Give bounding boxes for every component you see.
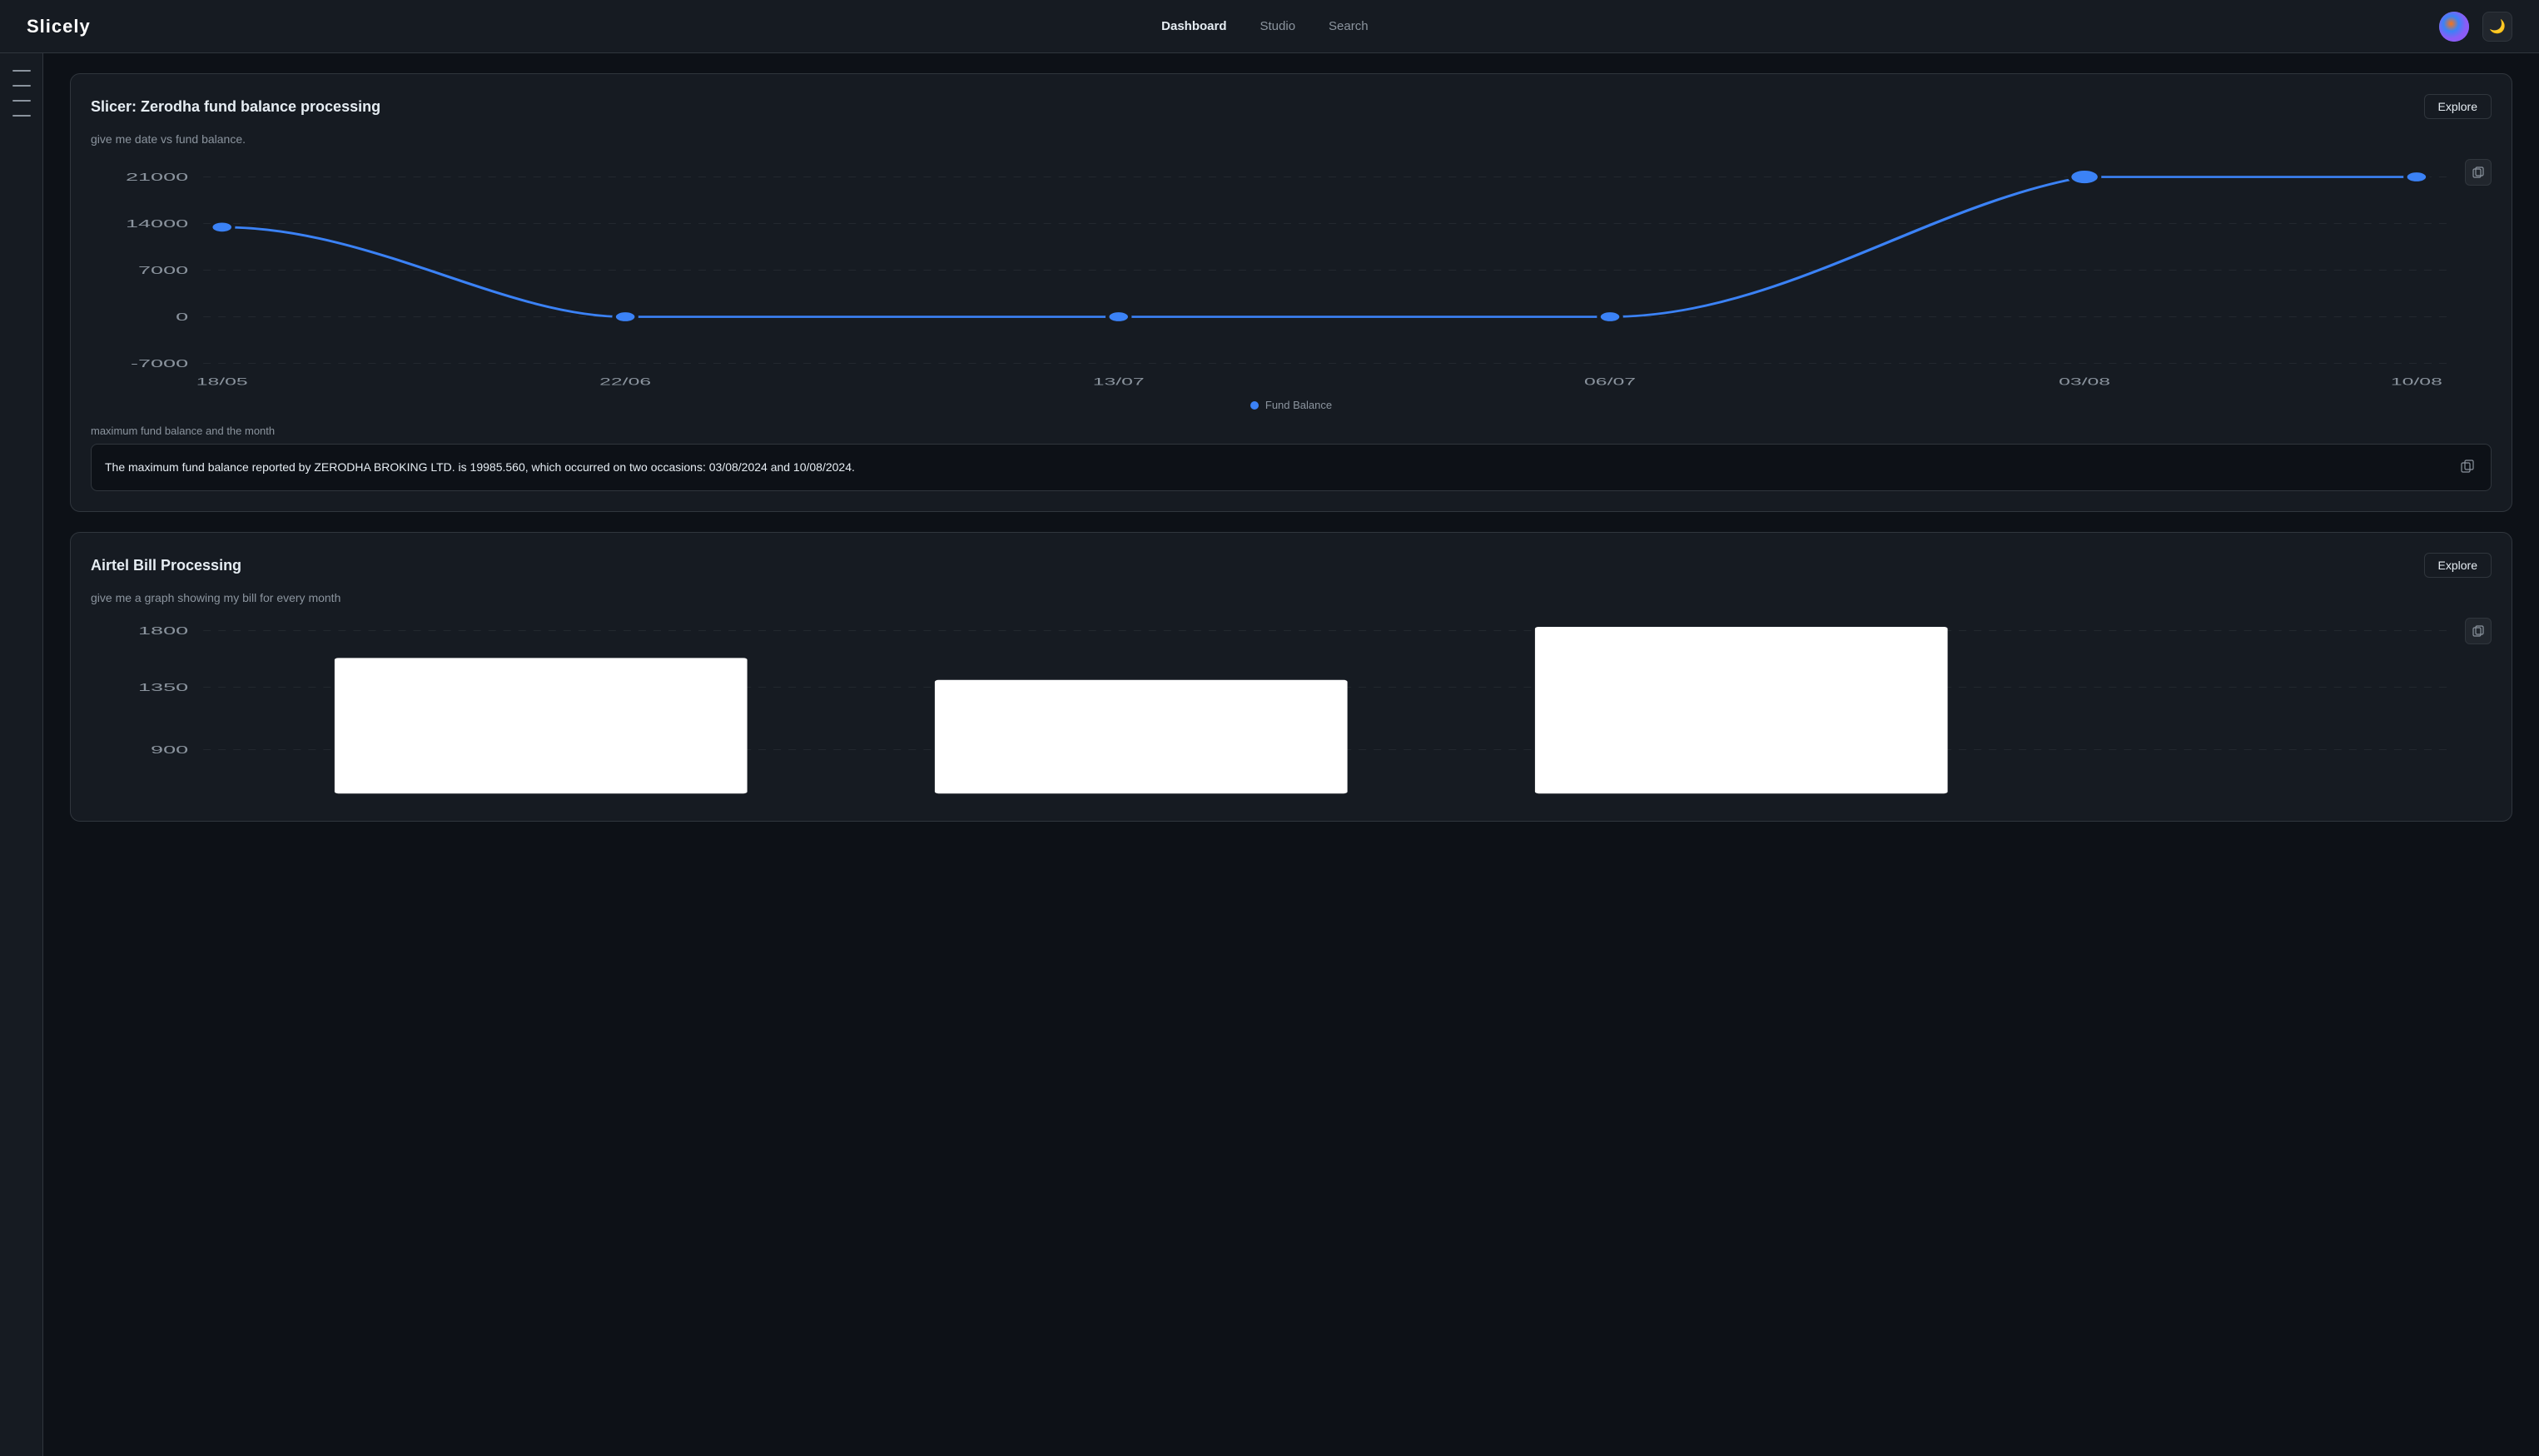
svg-text:7000: 7000 [138, 265, 188, 276]
airtel-card: Airtel Bill Processing Explore give me a… [70, 532, 2512, 822]
sidebar [0, 53, 43, 1456]
airtel-bar-chart: 1800 1350 900 [91, 618, 2492, 801]
airtel-card-title: Airtel Bill Processing [91, 557, 241, 574]
svg-text:21000: 21000 [126, 171, 188, 183]
svg-text:13/07: 13/07 [1093, 376, 1145, 387]
zerodha-card-header: Slicer: Zerodha fund balance processing … [91, 94, 2492, 119]
airtel-card-header: Airtel Bill Processing Explore [91, 553, 2492, 578]
svg-text:14000: 14000 [126, 218, 188, 230]
copy-icon-2 [2461, 460, 2474, 473]
zerodha-card: Slicer: Zerodha fund balance processing … [70, 73, 2512, 512]
zerodha-query: give me date vs fund balance. [91, 132, 2492, 146]
navbar: Slicely Dashboard Studio Search 🌙 [0, 0, 2539, 53]
legend-label: Fund Balance [1265, 399, 1332, 411]
airtel-explore-button[interactable]: Explore [2424, 553, 2492, 578]
nav-right: 🌙 [2439, 12, 2512, 42]
zerodha-card-title: Slicer: Zerodha fund balance processing [91, 98, 380, 116]
svg-text:900: 900 [151, 743, 188, 756]
main-content: Slicer: Zerodha fund balance processing … [43, 53, 2539, 1456]
nav-dashboard[interactable]: Dashboard [1161, 19, 1226, 33]
copy-icon-3 [2472, 625, 2484, 637]
svg-text:1800: 1800 [138, 624, 188, 637]
nav-search[interactable]: Search [1329, 19, 1369, 33]
svg-text:0: 0 [176, 311, 188, 323]
avatar-image [2439, 12, 2469, 42]
svg-text:03/08: 03/08 [2059, 376, 2110, 387]
svg-text:18/05: 18/05 [196, 376, 248, 387]
avatar[interactable] [2439, 12, 2469, 42]
svg-text:10/08: 10/08 [2391, 376, 2442, 387]
zerodha-line-chart: 21000 14000 7000 0 -7000 18/05 22/06 13/… [91, 159, 2492, 392]
app-logo: Slicely [27, 16, 91, 37]
zerodha-info-copy-button[interactable] [2457, 456, 2477, 479]
copy-icon [2472, 166, 2484, 178]
sidebar-menu-icon-4[interactable] [12, 115, 31, 117]
zerodha-info-label: maximum fund balance and the month [91, 425, 2492, 437]
legend-dot [1250, 401, 1259, 410]
zerodha-info-text: The maximum fund balance reported by ZER… [105, 459, 855, 476]
zerodha-chart-legend: Fund Balance [91, 399, 2492, 411]
airtel-chart-container: 1800 1350 900 [91, 618, 2492, 801]
zerodha-chart-container: 21000 14000 7000 0 -7000 18/05 22/06 13/… [91, 159, 2492, 392]
zerodha-chart-copy-button[interactable] [2465, 159, 2492, 186]
svg-text:22/06: 22/06 [599, 376, 651, 387]
zerodha-info-card: The maximum fund balance reported by ZER… [91, 444, 2492, 491]
theme-toggle-button[interactable]: 🌙 [2482, 12, 2512, 42]
sidebar-menu-icon-2[interactable] [12, 85, 31, 87]
zerodha-explore-button[interactable]: Explore [2424, 94, 2492, 119]
page-layout: Slicer: Zerodha fund balance processing … [0, 53, 2539, 1456]
sidebar-menu-icon-1[interactable] [12, 70, 31, 72]
nav-studio[interactable]: Studio [1260, 19, 1296, 33]
svg-text:06/07: 06/07 [1584, 376, 1636, 387]
svg-text:1350: 1350 [138, 681, 188, 693]
airtel-chart-copy-button[interactable] [2465, 618, 2492, 644]
nav-links: Dashboard Studio Search [1161, 19, 1368, 33]
sidebar-menu-icon-3[interactable] [12, 100, 31, 102]
airtel-query: give me a graph showing my bill for ever… [91, 591, 2492, 604]
svg-text:-7000: -7000 [131, 358, 188, 370]
